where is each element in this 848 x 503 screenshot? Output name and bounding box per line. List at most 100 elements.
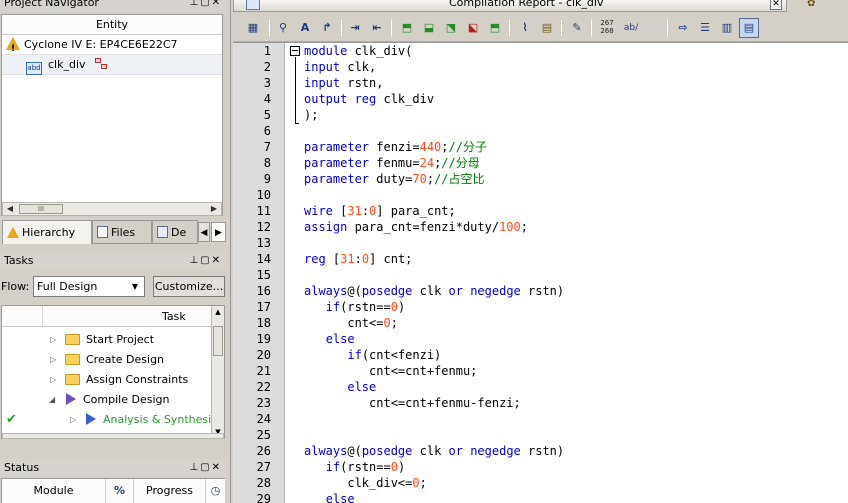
split-view-icon[interactable]: ▥: [717, 18, 737, 38]
code-line[interactable]: 1 module clk_div(: [233, 43, 848, 59]
scroll-thumb[interactable]: III: [19, 204, 63, 214]
code-line[interactable]: 22 else: [233, 379, 848, 395]
code-line[interactable]: 9 parameter duty=70;//占空比: [233, 171, 848, 187]
code-content[interactable]: 1 module clk_div(2 input clk, 3 input rstn, 4…: [233, 43, 848, 503]
code-line[interactable]: 6: [233, 123, 848, 139]
clear-bookmarks-icon[interactable]: ⬕: [463, 18, 483, 38]
task-row-assign-constraints[interactable]: ▷ Assign Constraints: [2, 370, 212, 390]
next-bookmark-icon[interactable]: ⬓: [419, 18, 439, 38]
status-col-progress[interactable]: Progress: [134, 479, 206, 503]
tab-hierarchy[interactable]: Hierarchy: [2, 220, 92, 244]
code-line[interactable]: 20 if(cnt<fenzi): [233, 347, 848, 363]
code-line[interactable]: 27 if(rstn==0): [233, 459, 848, 475]
bookmark-list-icon[interactable]: ⬒: [485, 18, 505, 38]
attach-icon[interactable]: ⌇: [515, 18, 535, 38]
expand-icon[interactable]: ▷: [70, 410, 76, 430]
template-icon[interactable]: ▤: [537, 18, 557, 38]
float-window-icon[interactable]: ✿: [807, 0, 821, 10]
expand-icon[interactable]: ▷: [50, 370, 56, 390]
task-column-header[interactable]: Task: [2, 306, 212, 327]
task-row-compile-design[interactable]: ◢ Compile Design: [2, 390, 212, 410]
code-line[interactable]: 13: [233, 235, 848, 251]
code-line[interactable]: 11 wire [31:0] para_cnt;: [233, 203, 848, 219]
scroll-right-icon[interactable]: ▶: [207, 203, 221, 215]
code-line[interactable]: 2 input clk,: [233, 59, 848, 75]
task-row-start-project[interactable]: ▷ Start Project: [2, 330, 212, 350]
document-tab[interactable]: Compilation Report - clk_div ✕: [233, 0, 787, 12]
code-line[interactable]: 5);: [233, 107, 848, 123]
play-icon[interactable]: [66, 393, 76, 405]
close-icon[interactable]: ✕: [212, 462, 222, 473]
navigator-horizontal-scrollbar[interactable]: ◀ III ▶: [2, 202, 222, 216]
task-row-analysis-synthesis[interactable]: ✔ ▷ Analysis & Synthesis: [2, 410, 217, 430]
customize-button[interactable]: Customize...: [153, 276, 225, 297]
scroll-left-icon[interactable]: ◀: [3, 203, 17, 215]
code-line[interactable]: 26 always@(posedge clk or negedge rstn): [233, 443, 848, 459]
code-line[interactable]: 29 else: [233, 491, 848, 503]
restore-icon[interactable]: ▢: [200, 255, 211, 266]
tasks-horizontal-scrollbar[interactable]: [2, 433, 224, 439]
task-row-create-design[interactable]: ▷ Create Design: [2, 350, 212, 370]
comment-icon[interactable]: ✎: [567, 18, 587, 38]
tasks-vertical-scrollbar[interactable]: ▲ ▼: [211, 306, 224, 438]
close-icon[interactable]: ✕: [212, 255, 222, 266]
tasks-panel-controls[interactable]: ⊥▢✕: [189, 252, 222, 269]
panel-controls[interactable]: ⊥▢✕: [189, 0, 222, 11]
collapse-icon[interactable]: ◢: [49, 390, 55, 410]
find-replace-icon[interactable]: A: [295, 18, 315, 38]
goto-icon[interactable]: ↱: [317, 18, 337, 38]
code-line[interactable]: 16 always@(posedge clk or negedge rstn): [233, 283, 848, 299]
tabs-scroll-right-icon[interactable]: ▶: [211, 222, 226, 242]
code-line[interactable]: 15: [233, 267, 848, 283]
tab-files[interactable]: Files: [92, 220, 152, 244]
code-line[interactable]: 3 input rstn,: [233, 75, 848, 91]
pin-icon[interactable]: ⊥: [189, 255, 200, 266]
full-view-icon[interactable]: ▤: [739, 18, 759, 38]
code-line[interactable]: 19 else: [233, 331, 848, 347]
wrap-icon[interactable]: ab/: [621, 18, 641, 38]
play-icon[interactable]: [86, 413, 96, 425]
unindent-icon[interactable]: ⇤: [367, 18, 387, 38]
code-line[interactable]: 7 parameter fenzi=440;//分子: [233, 139, 848, 155]
pin-icon[interactable]: ⊥: [189, 462, 200, 473]
bookmark-icon[interactable]: ⬒: [397, 18, 417, 38]
tree-row-entity[interactable]: abd clk_div: [2, 55, 222, 75]
code-line[interactable]: 23 cnt<=cnt+fenmu-fenzi;: [233, 395, 848, 411]
code-editor[interactable]: 1 module clk_div(2 input clk, 3 input rstn, 4…: [233, 42, 848, 503]
prev-bookmark-icon[interactable]: ⬔: [441, 18, 461, 38]
tabs-scroll-left-icon[interactable]: ◀: [198, 222, 210, 242]
status-col-percent[interactable]: %: [106, 479, 134, 503]
clock-icon[interactable]: ◷: [206, 479, 226, 503]
code-line[interactable]: 25: [233, 427, 848, 443]
chevron-down-icon[interactable]: ▼: [128, 279, 142, 294]
tab-design-units[interactable]: De: [152, 220, 198, 244]
close-tab-icon[interactable]: ✕: [770, 0, 782, 10]
restore-icon[interactable]: ▢: [200, 462, 211, 473]
code-line[interactable]: 21 cnt<=cnt+fenmu;: [233, 363, 848, 379]
flow-select[interactable]: Full Design ▼: [33, 276, 145, 297]
scroll-up-icon[interactable]: ▲: [212, 306, 224, 318]
close-icon[interactable]: ✕: [212, 0, 222, 8]
code-line[interactable]: 18 cnt<=0;: [233, 315, 848, 331]
restore-icon[interactable]: ▢: [200, 0, 211, 8]
code-line[interactable]: 8 parameter fenmu=24;//分母: [233, 155, 848, 171]
tree-row-device[interactable]: Cyclone IV E: EP4CE6E22C7: [2, 35, 222, 59]
expand-icon[interactable]: ▷: [50, 330, 56, 350]
list-view-icon[interactable]: ☰: [695, 18, 715, 38]
status-panel-controls[interactable]: ⊥▢✕: [189, 459, 222, 476]
code-line[interactable]: 12 assign para_cnt=fenzi*duty/100;: [233, 219, 848, 235]
find-icon[interactable]: ⚲: [273, 18, 293, 38]
entity-column-header[interactable]: Entity: [2, 15, 222, 35]
code-line[interactable]: 17 if(rstn==0): [233, 299, 848, 315]
code-line[interactable]: 28 clk_div<=0;: [233, 475, 848, 491]
indent-icon[interactable]: ⇥: [345, 18, 365, 38]
expand-icon[interactable]: ▷: [50, 350, 56, 370]
window-menu-icon[interactable]: ▦: [243, 18, 263, 38]
line-numbers-icon[interactable]: 267 268: [597, 18, 617, 38]
code-line[interactable]: 10: [233, 187, 848, 203]
arrow-right-icon[interactable]: ⇨: [673, 18, 693, 38]
fold-toggle-icon[interactable]: [290, 46, 300, 56]
pin-icon[interactable]: ⊥: [189, 0, 200, 8]
code-line[interactable]: 4 output reg clk_div: [233, 91, 848, 107]
scroll-thumb[interactable]: [213, 326, 223, 356]
